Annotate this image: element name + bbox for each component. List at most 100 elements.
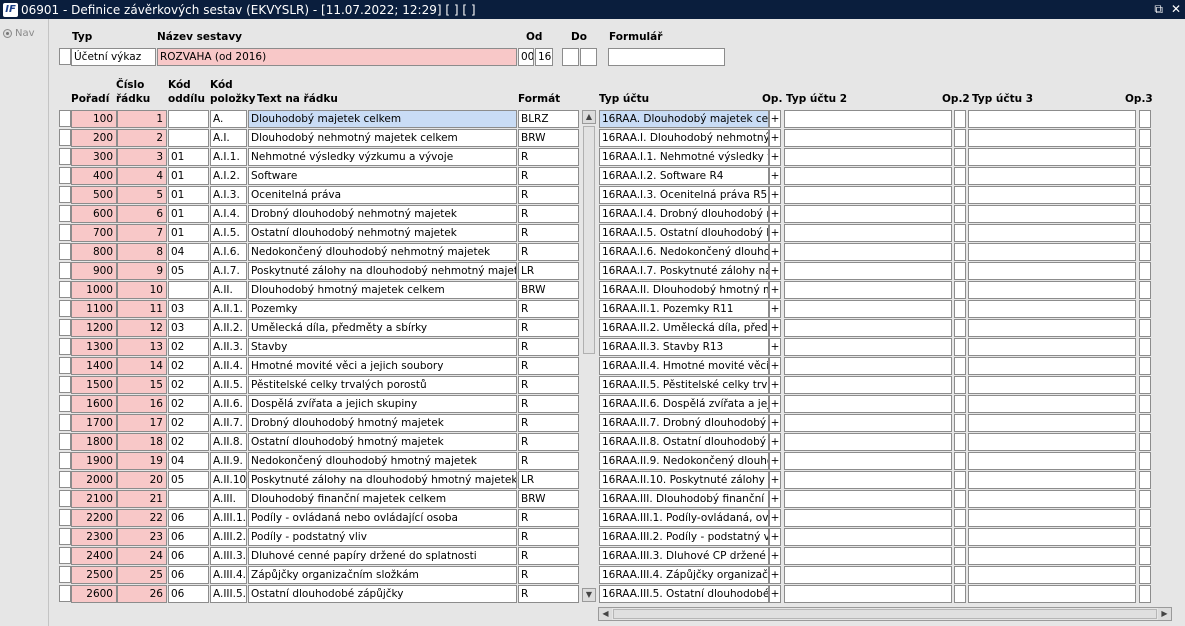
cell-kod-oddilu[interactable]: 02 (168, 414, 209, 432)
cell-cislo-radku[interactable]: 22 (117, 509, 167, 527)
cell-poradi[interactable]: 300 (71, 148, 117, 166)
cell-op2[interactable] (954, 186, 966, 204)
cell-kod-polozky[interactable]: A.I.2. (210, 167, 247, 185)
cell-format[interactable]: R (518, 167, 579, 185)
cell-kod-oddilu[interactable]: 03 (168, 300, 209, 318)
cell-text-na-radku[interactable]: Ostatní dlouhodobé zápůjčky (248, 585, 517, 603)
cell-typ-uctu-2[interactable] (784, 357, 952, 375)
cell-format[interactable]: R (518, 452, 579, 470)
cell-typ-uctu-2[interactable] (784, 490, 952, 508)
cell-typ-uctu-2[interactable] (784, 414, 952, 432)
cell-typ-uctu-2[interactable] (784, 338, 952, 356)
cell-op3[interactable] (1139, 262, 1151, 280)
cell-op[interactable]: + (769, 585, 781, 603)
cell-kod-polozky[interactable]: A.III.5. (210, 585, 247, 603)
cell-op[interactable]: + (769, 357, 781, 375)
cell-op2[interactable] (954, 281, 966, 299)
cell-poradi[interactable]: 2100 (71, 490, 117, 508)
row-selector[interactable] (59, 547, 71, 564)
cell-typ-uctu-3[interactable] (968, 262, 1136, 280)
cell-poradi[interactable]: 1900 (71, 452, 117, 470)
cell-typ-uctu-2[interactable] (784, 205, 952, 223)
cell-typ-uctu[interactable]: 16RAA.II.1. Pozemky R11 (599, 300, 769, 318)
cell-typ-uctu-2[interactable] (784, 243, 952, 261)
cell-typ-uctu-3[interactable] (968, 319, 1136, 337)
cell-cislo-radku[interactable]: 10 (117, 281, 167, 299)
row-selector[interactable] (59, 319, 71, 336)
row-selector[interactable] (59, 243, 71, 260)
cell-op2[interactable] (954, 205, 966, 223)
cell-typ-uctu[interactable]: 16RAA.I.6. Nedokončený dlouhod (599, 243, 769, 261)
cell-kod-polozky[interactable]: A.II.2. (210, 319, 247, 337)
cell-kod-oddilu[interactable] (168, 110, 209, 128)
row-selector[interactable] (59, 300, 71, 317)
cell-format[interactable]: R (518, 300, 579, 318)
cell-typ-uctu[interactable]: 16RAA.II.10. Poskytnuté zálohy na (599, 471, 769, 489)
cell-typ-uctu-3[interactable] (968, 585, 1136, 603)
row-selector[interactable] (59, 566, 71, 583)
cell-cislo-radku[interactable]: 11 (117, 300, 167, 318)
cell-format[interactable]: R (518, 528, 579, 546)
row-selector[interactable] (59, 110, 71, 127)
cell-op2[interactable] (954, 452, 966, 470)
cell-poradi[interactable]: 2500 (71, 566, 117, 584)
cell-op3[interactable] (1139, 319, 1151, 337)
row-selector[interactable] (59, 129, 71, 146)
cell-typ-uctu-2[interactable] (784, 167, 952, 185)
cell-kod-polozky[interactable]: A.II.8. (210, 433, 247, 451)
cell-typ-uctu-3[interactable] (968, 376, 1136, 394)
cell-typ-uctu[interactable]: 16RAA.I.4. Drobný dlouhodobý ne (599, 205, 769, 223)
scroll-thumb[interactable] (583, 126, 595, 354)
cell-typ-uctu[interactable]: 16RAA.I.3. Ocenitelná práva R5 (599, 186, 769, 204)
row-selector[interactable] (59, 509, 71, 526)
cell-typ-uctu-2[interactable] (784, 509, 952, 527)
cell-format[interactable]: R (518, 395, 579, 413)
cell-kod-polozky[interactable]: A.I.6. (210, 243, 247, 261)
cell-op3[interactable] (1139, 300, 1151, 318)
cell-op3[interactable] (1139, 566, 1151, 584)
cell-format[interactable]: R (518, 205, 579, 223)
cell-typ-uctu-3[interactable] (968, 452, 1136, 470)
formular-field[interactable] (608, 48, 725, 66)
cell-typ-uctu-3[interactable] (968, 224, 1136, 242)
cell-cislo-radku[interactable]: 16 (117, 395, 167, 413)
cell-format[interactable]: LR (518, 262, 579, 280)
cell-kod-polozky[interactable]: A.I.7. (210, 262, 247, 280)
cell-cislo-radku[interactable]: 12 (117, 319, 167, 337)
cell-op[interactable]: + (769, 528, 781, 546)
cell-typ-uctu-3[interactable] (968, 414, 1136, 432)
cell-cislo-radku[interactable]: 24 (117, 547, 167, 565)
row-selector[interactable] (59, 205, 71, 222)
cell-typ-uctu[interactable]: 16RAA.II.6. Dospělá zvířata a jejic (599, 395, 769, 413)
cell-typ-uctu[interactable]: 16RAA.I. Dlouhodobý nehmotný m (599, 129, 769, 147)
cell-poradi[interactable]: 200 (71, 129, 117, 147)
cell-op2[interactable] (954, 433, 966, 451)
cell-op[interactable]: + (769, 509, 781, 527)
cell-typ-uctu-2[interactable] (784, 129, 952, 147)
row-selector[interactable] (59, 376, 71, 393)
close-window-button[interactable]: ✕ (1171, 2, 1181, 17)
cell-op3[interactable] (1139, 471, 1151, 489)
cell-op[interactable]: + (769, 262, 781, 280)
cell-cislo-radku[interactable]: 26 (117, 585, 167, 603)
cell-op2[interactable] (954, 471, 966, 489)
cell-op2[interactable] (954, 528, 966, 546)
cell-typ-uctu-3[interactable] (968, 528, 1136, 546)
cell-kod-oddilu[interactable]: 01 (168, 148, 209, 166)
row-selector[interactable] (59, 452, 71, 469)
cell-op3[interactable] (1139, 186, 1151, 204)
row-selector[interactable] (59, 490, 71, 507)
cell-typ-uctu[interactable]: 16RAA.II.4. Hmotné movité věci a j (599, 357, 769, 375)
cell-typ-uctu[interactable]: 16RAA.III.2. Podíly - podstatný vliv (599, 528, 769, 546)
cell-kod-oddilu[interactable]: 06 (168, 585, 209, 603)
cell-op3[interactable] (1139, 148, 1151, 166)
cell-op[interactable]: + (769, 338, 781, 356)
cell-typ-uctu-3[interactable] (968, 167, 1136, 185)
cell-typ-uctu[interactable]: 16RAA.III.5. Ostatní dlouhodobé zá (599, 585, 769, 603)
cell-typ-uctu-2[interactable] (784, 110, 952, 128)
cell-poradi[interactable]: 1400 (71, 357, 117, 375)
cell-typ-uctu-2[interactable] (784, 186, 952, 204)
cell-op2[interactable] (954, 110, 966, 128)
cell-op3[interactable] (1139, 281, 1151, 299)
cell-format[interactable]: R (518, 357, 579, 375)
